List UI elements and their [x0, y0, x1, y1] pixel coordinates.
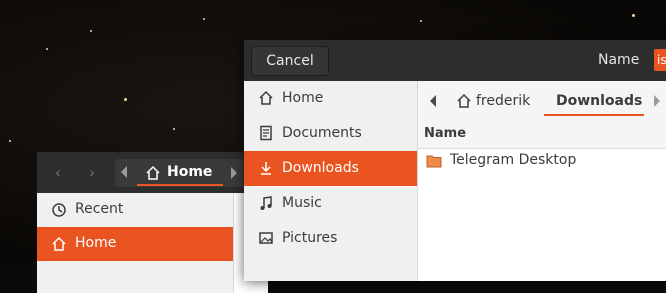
star — [9, 140, 11, 142]
sidebar-item-label: Pictures — [282, 230, 338, 246]
dialog-headerbar: Cancel Name is — [244, 40, 666, 81]
path-home-button[interactable]: Home — [167, 164, 212, 180]
star — [124, 98, 127, 101]
star — [173, 128, 175, 130]
sidebar-item-pictures[interactable]: Pictures — [244, 221, 417, 256]
star — [46, 48, 48, 50]
sidebar-item-home[interactable]: Home — [37, 227, 233, 261]
files-sidebar: Recent Home — [37, 193, 233, 293]
name-input[interactable]: is — [654, 49, 666, 71]
cancel-button[interactable]: Cancel — [251, 46, 329, 76]
sidebar-item-label: Downloads — [282, 160, 359, 176]
sidebar-item-documents[interactable]: Documents — [244, 116, 417, 151]
scroll-left-icon[interactable] — [121, 166, 127, 178]
sidebar-item-label: Recent — [75, 201, 124, 217]
clock-icon — [52, 203, 66, 217]
dialog-content: frederik Downloads Name Telegram Desktop — [418, 81, 666, 281]
sidebar-item-label: Music — [282, 195, 322, 211]
star — [203, 18, 205, 20]
dialog-sidebar: Home Documents Downloads Music Pictures — [244, 81, 418, 281]
chevron-right-icon: › — [88, 163, 96, 182]
sidebar-item-recent[interactable]: Recent — [37, 193, 233, 227]
scroll-right-icon[interactable] — [231, 167, 237, 179]
path-bar: frederik Downloads — [418, 81, 666, 123]
sidebar-item-label: Home — [282, 90, 324, 106]
music-icon — [260, 196, 272, 210]
path-button-frederik[interactable]: frederik — [476, 93, 530, 109]
sidebar-item-downloads[interactable]: Downloads — [244, 151, 417, 186]
files-headerbar: ‹ › Home — [37, 152, 267, 193]
chevron-left-icon: ‹ — [54, 163, 62, 182]
picture-icon — [259, 232, 273, 244]
path-active-indicator — [544, 114, 644, 116]
sidebar-item-label: Home — [75, 235, 117, 251]
column-header-label: Name — [424, 126, 467, 141]
home-icon — [259, 90, 273, 105]
star — [632, 14, 635, 17]
forward-button[interactable]: › — [77, 160, 107, 186]
back-button[interactable]: ‹ — [43, 160, 73, 186]
path-button-downloads[interactable]: Downloads — [556, 93, 642, 109]
scroll-right-icon[interactable] — [654, 95, 660, 107]
download-icon — [261, 162, 271, 175]
file-chooser-dialog: Cancel Name is Home Documents Downloads — [244, 40, 666, 281]
file-list-item[interactable]: Telegram Desktop — [418, 148, 666, 176]
home-icon — [52, 236, 66, 251]
home-icon — [146, 165, 160, 180]
home-icon — [457, 93, 471, 108]
files-window: ‹ › Home Recent Home — [37, 152, 268, 293]
sidebar-item-music[interactable]: Music — [244, 186, 417, 221]
star — [90, 30, 92, 32]
path-active-indicator — [137, 184, 223, 186]
file-name: Telegram Desktop — [450, 152, 577, 168]
path-bar: Home — [115, 159, 255, 187]
document-icon — [260, 125, 272, 141]
sidebar-item-home[interactable]: Home — [244, 81, 417, 116]
sidebar-item-label: Documents — [282, 125, 362, 141]
scroll-left-icon[interactable] — [430, 95, 436, 107]
column-header-name[interactable]: Name — [418, 122, 666, 149]
name-label: Name — [598, 52, 640, 68]
star — [420, 20, 422, 22]
folder-icon — [426, 155, 442, 168]
